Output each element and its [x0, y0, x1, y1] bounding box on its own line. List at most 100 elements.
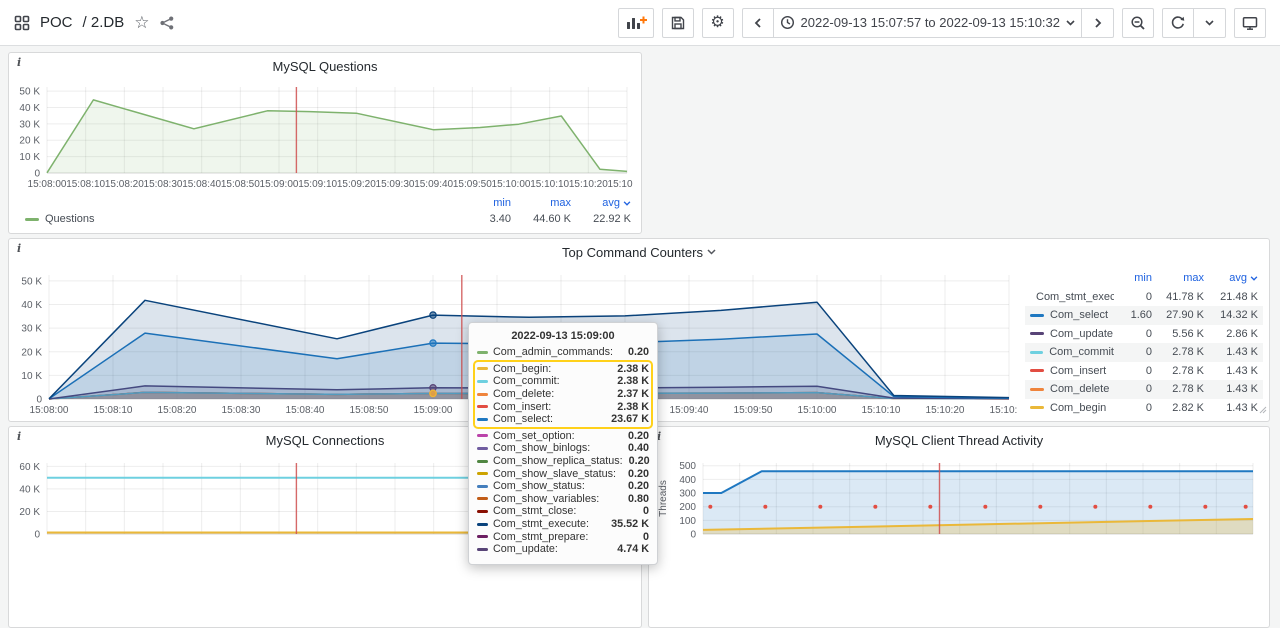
tooltip-series-value: 0 [643, 505, 649, 517]
tooltip-series-label: Com_delete: [493, 388, 611, 400]
legend-row-Com_delete: Com_delete02.78 K1.43 K [1025, 380, 1263, 399]
tooltip-row: Com_admin_commands: 0.20 [477, 346, 649, 359]
breadcrumb-root[interactable]: POC [40, 14, 73, 31]
apps-grid-icon[interactable] [14, 15, 30, 31]
tooltip-row: Com_stmt_close:0 [477, 505, 649, 518]
svg-text:40 K: 40 K [21, 300, 42, 311]
questions-legend: min max avg Questions 3.40 44.60 K 22.92… [25, 195, 631, 227]
add-panel-icon [625, 15, 647, 31]
tooltip-row: Com_commit:2.38 K [477, 375, 649, 388]
tooltip-series-value: 23.67 K [611, 413, 649, 425]
legend-series-label[interactable]: Com_select [1030, 309, 1114, 321]
series-color-swatch [1030, 406, 1044, 409]
tooltip-series-value: 0.20 [628, 468, 649, 480]
legend-min-value: 3.40 [451, 213, 511, 225]
refresh-icon [1170, 15, 1186, 31]
refresh-button[interactable] [1162, 8, 1194, 38]
zoom-out-button[interactable] [1122, 8, 1154, 38]
svg-text:15:08:00: 15:08:00 [30, 405, 69, 416]
legend-series-questions[interactable]: Questions [25, 213, 451, 225]
panel-resize-handle[interactable] [1259, 401, 1267, 419]
tooltip-series-value: 0 [643, 531, 649, 543]
series-color-swatch [477, 418, 488, 421]
panel-title-mysql-questions[interactable]: MySQL Questions [9, 57, 641, 75]
svg-text:40 K: 40 K [19, 484, 40, 495]
save-dashboard-button[interactable] [662, 8, 694, 38]
tooltip-row: Com_show_variables:0.80 [477, 493, 649, 506]
share-icon[interactable] [159, 15, 175, 31]
legend-sort-max[interactable]: max [1152, 272, 1204, 284]
save-icon [670, 15, 686, 31]
series-color-swatch [477, 380, 488, 383]
tooltip-series-value: 0.20 [628, 430, 649, 442]
legend-sort-max[interactable]: max [511, 197, 571, 209]
panel-title-thread-activity[interactable]: MySQL Client Thread Activity [649, 431, 1269, 449]
svg-text:15:10:10: 15:10:10 [862, 405, 901, 416]
chevron-down-icon [1205, 20, 1214, 26]
refresh-interval-button[interactable] [1194, 8, 1226, 38]
svg-text:Threads: Threads [658, 480, 669, 517]
add-panel-button[interactable] [618, 8, 654, 38]
time-range-button[interactable]: 2022-09-13 15:07:57 to 2022-09-13 15:10:… [774, 8, 1083, 38]
legend-min-value: 0 [1114, 383, 1152, 395]
breadcrumb-page[interactable]: / 2.DB [83, 14, 125, 31]
svg-text:500: 500 [679, 461, 696, 472]
series-color-swatch [477, 523, 488, 526]
series-color-swatch [477, 405, 488, 408]
legend-series-label[interactable]: Com_delete [1030, 383, 1114, 395]
legend-sort-min[interactable]: min [1114, 272, 1152, 284]
legend-series-label[interactable]: Com_commit [1030, 346, 1114, 358]
series-color-swatch [477, 548, 488, 551]
panel-info-icon[interactable]: i [17, 430, 21, 443]
svg-text:0: 0 [34, 530, 40, 541]
threads-chart-canvas[interactable]: 0100200300400500Threads [657, 451, 1261, 561]
tooltip-series-label: Com_show_binlogs: [493, 442, 622, 454]
legend-avg-value: 22.92 K [571, 213, 631, 225]
svg-text:15:09:00: 15:09:00 [260, 179, 299, 190]
legend-avg-value: 2.86 K [1204, 328, 1258, 340]
tooltip-series-label: Com_insert: [493, 401, 611, 413]
legend-sort-min[interactable]: min [451, 197, 511, 209]
legend-series-label[interactable]: Com_stmt_execute [1030, 291, 1114, 303]
star-icon[interactable]: ☆ [134, 14, 149, 31]
tooltip-series-label: Com_admin_commands: [493, 346, 622, 358]
panel-info-icon[interactable]: i [17, 56, 21, 69]
legend-avg-value: 1.43 K [1204, 346, 1258, 358]
legend-min-value: 0 [1114, 291, 1152, 303]
chevron-left-icon [754, 17, 762, 29]
legend-header-row: min max avg [25, 195, 631, 211]
panel-info-icon[interactable]: i [17, 242, 21, 255]
zoom-out-icon [1130, 15, 1146, 31]
series-color-swatch [477, 447, 488, 450]
legend-sort-avg[interactable]: avg [571, 197, 631, 209]
tooltip-series-value: 0.40 [628, 442, 649, 454]
svg-text:50 K: 50 K [21, 276, 42, 287]
tooltip-series-value: 0.20 [628, 346, 649, 358]
series-color-swatch [477, 472, 488, 475]
kiosk-mode-button[interactable] [1234, 8, 1266, 38]
svg-text:0: 0 [34, 169, 40, 180]
panel-title-top-command-counters[interactable]: Top Command Counters [9, 243, 1269, 261]
tooltip-row: Com_insert:2.38 K [477, 400, 649, 413]
legend-series-label[interactable]: Com_begin [1030, 402, 1114, 414]
header-bar: POC / 2.DB ☆ ⚙ [0, 0, 1280, 46]
svg-text:15:08:50: 15:08:50 [221, 179, 260, 190]
legend-sort-avg[interactable]: avg [1204, 272, 1258, 284]
questions-chart-canvas[interactable]: 010 K20 K30 K40 K50 K15:08:0015:08:1015:… [17, 77, 633, 211]
legend-max-value: 27.90 K [1152, 309, 1204, 321]
legend-series-label[interactable]: Com_insert [1030, 365, 1114, 377]
svg-text:50 K: 50 K [19, 87, 40, 98]
svg-text:300: 300 [679, 489, 696, 500]
legend-avg-value: 1.43 K [1204, 383, 1258, 395]
tooltip-row: Com_show_replica_status:0.20 [477, 455, 649, 468]
tooltip-row: Com_select: 23.67 K [477, 413, 649, 426]
panel-mysql-questions: i MySQL Questions 010 K20 K30 K40 K50 K1… [8, 52, 642, 234]
time-range-back-button[interactable] [742, 8, 774, 38]
legend-series-label[interactable]: Com_update [1030, 328, 1114, 340]
time-range-forward-button[interactable] [1082, 8, 1114, 38]
dashboard-settings-button[interactable]: ⚙ [702, 8, 734, 38]
panel-menu-caret-icon [707, 249, 716, 255]
tooltip-series-value: 0.20 [628, 480, 649, 492]
tooltip-series-label: Com_select: [493, 413, 605, 425]
svg-text:15:08:10: 15:08:10 [94, 405, 133, 416]
